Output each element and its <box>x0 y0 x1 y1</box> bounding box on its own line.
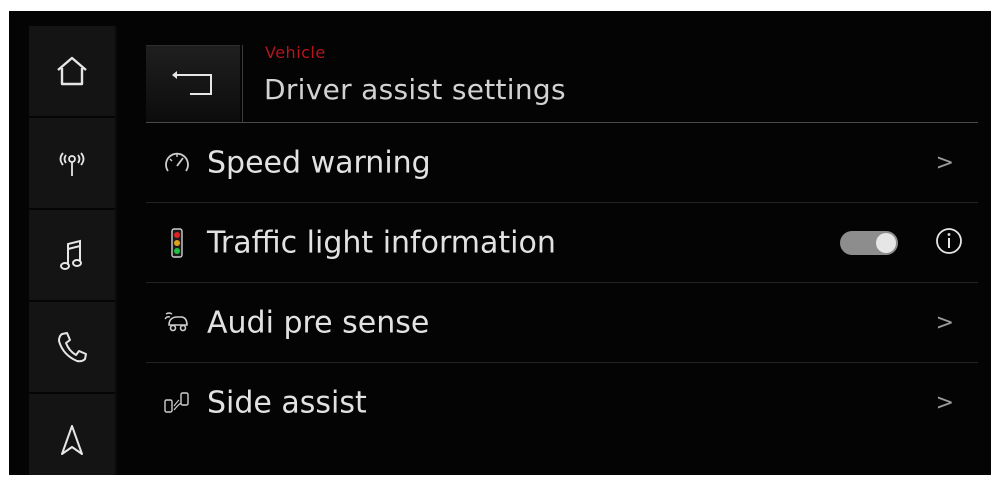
back-arrow-icon <box>165 65 221 103</box>
phone-button[interactable] <box>29 302 115 394</box>
setting-row-side-assist[interactable]: Side assist > <box>146 363 978 443</box>
speedometer-icon <box>162 148 192 178</box>
main-menu-rail <box>29 26 115 475</box>
navigation-icon <box>59 423 85 457</box>
radio-icon <box>54 148 90 178</box>
home-icon <box>55 55 89 87</box>
chevron-right-icon: > <box>935 150 954 175</box>
setting-label: Side assist <box>207 385 367 421</box>
setting-row-audi-pre-sense[interactable]: Audi pre sense > <box>146 283 978 363</box>
media-button[interactable] <box>29 210 115 302</box>
header-separator <box>242 45 243 122</box>
settings-list: Speed warning > Traffic light informatio… <box>146 123 978 443</box>
info-button[interactable] <box>934 227 964 259</box>
traffic-light-icon <box>162 227 192 258</box>
setting-row-speed-warning[interactable]: Speed warning > <box>146 123 978 203</box>
chevron-right-icon: > <box>935 310 954 335</box>
radio-button[interactable] <box>29 118 115 210</box>
pre-sense-icon <box>162 308 192 338</box>
setting-row-traffic-light-information[interactable]: Traffic light information <box>146 203 978 283</box>
setting-label: Traffic light information <box>207 225 556 260</box>
setting-label: Speed warning <box>207 145 431 180</box>
toggle-knob <box>876 232 896 253</box>
chevron-right-icon: > <box>935 390 954 416</box>
infotainment-screen: Vehicle Driver assist settings Speed war… <box>9 11 991 475</box>
back-button[interactable] <box>146 45 240 122</box>
phone-icon <box>56 330 88 364</box>
breadcrumb: Vehicle <box>265 43 326 62</box>
rail-divider <box>115 26 117 475</box>
traffic-light-toggle[interactable] <box>840 230 898 255</box>
page-title: Driver assist settings <box>264 73 566 106</box>
side-assist-icon <box>162 388 192 418</box>
setting-label: Audi pre sense <box>207 305 430 340</box>
info-icon <box>935 227 963 259</box>
home-button[interactable] <box>29 26 115 118</box>
navigation-button[interactable] <box>29 394 115 475</box>
music-icon <box>58 238 86 272</box>
